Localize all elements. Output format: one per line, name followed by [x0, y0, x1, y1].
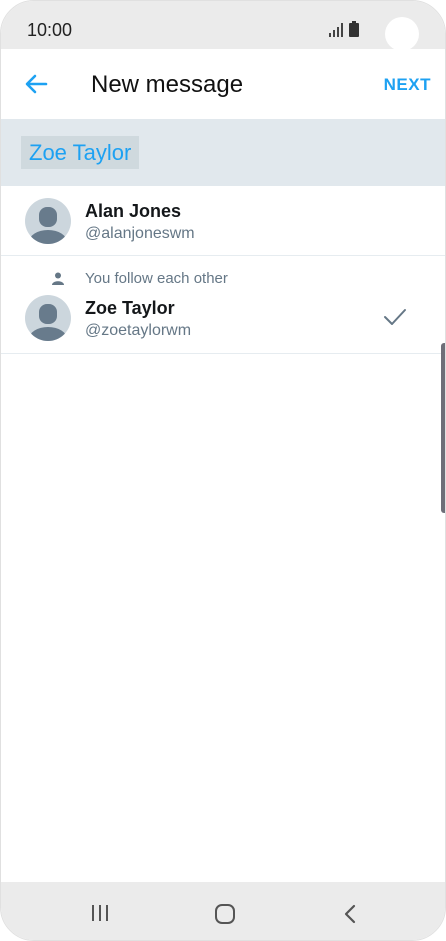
camera-cutout — [385, 17, 419, 51]
page-title: New message — [91, 71, 244, 98]
status-time: 10:00 — [27, 20, 73, 40]
recents-icon[interactable] — [90, 904, 110, 922]
default-avatar-icon — [29, 304, 67, 341]
system-nav-bar — [1, 882, 445, 940]
status-bar: 10:00 — [1, 1, 445, 51]
recipient-chip[interactable]: Zoe Taylor — [21, 136, 140, 169]
avatar — [25, 198, 71, 244]
next-button[interactable]: NEXT — [384, 75, 431, 95]
checkmark-icon — [384, 309, 406, 325]
person-icon — [52, 272, 64, 285]
edge-panel-handle[interactable] — [441, 343, 445, 513]
back-arrow-icon[interactable] — [21, 69, 51, 99]
user-handle: @zoetaylorwm — [85, 322, 192, 339]
user-row-zoe-taylor[interactable]: You follow each other Zoe Taylor @zoetay… — [1, 257, 445, 354]
home-icon[interactable] — [214, 903, 236, 925]
user-row-alan-jones[interactable]: Alan Jones @alanjoneswm — [1, 186, 445, 256]
recipient-bar[interactable]: Zoe Taylor — [1, 119, 445, 186]
app-header: New message NEXT — [1, 49, 445, 119]
default-avatar-icon — [29, 207, 67, 244]
follow-status-note: You follow each other — [85, 270, 228, 287]
user-name: Alan Jones — [85, 201, 182, 221]
nav-back-icon[interactable] — [342, 903, 358, 925]
avatar — [25, 295, 71, 341]
signal-icon — [329, 23, 343, 37]
user-name: Zoe Taylor — [85, 298, 175, 318]
battery-icon — [349, 21, 359, 37]
user-handle: @alanjoneswm — [85, 225, 195, 242]
phone-screen: 10:00 New message NEXT Zoe Taylor Alan J… — [0, 0, 446, 941]
